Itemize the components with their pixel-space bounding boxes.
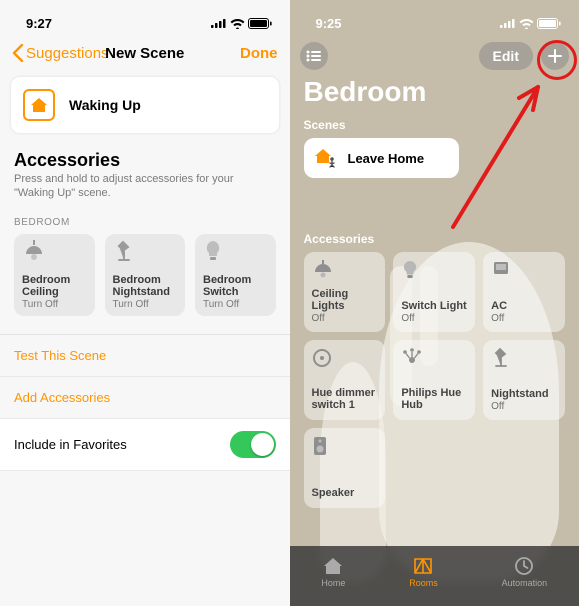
status-icons bbox=[211, 18, 272, 29]
accessory-grid: Ceiling LightsOff Switch LightOff ACOff … bbox=[290, 252, 579, 508]
tab-label: Automation bbox=[502, 578, 548, 588]
tab-home[interactable]: Home bbox=[321, 556, 345, 588]
scene-icon bbox=[23, 89, 55, 121]
scene-name-card[interactable]: Waking Up bbox=[10, 76, 280, 134]
accessory-tile[interactable]: Bedroom Ceiling Lig… Turn Off bbox=[14, 234, 95, 316]
accessories-sub: Press and hold to adjust accessories for… bbox=[14, 173, 276, 201]
tile-name: Bedroom Switch Light bbox=[203, 274, 268, 298]
desk-lamp-icon bbox=[113, 240, 137, 262]
tile-state: Turn Off bbox=[113, 299, 178, 310]
status-bar: 9:25 bbox=[290, 0, 579, 36]
scene-name-field[interactable]: Waking Up bbox=[69, 97, 141, 113]
wifi-icon bbox=[519, 18, 534, 29]
ceiling-light-icon bbox=[312, 260, 334, 280]
accessory-tile[interactable]: Hue dimmer switch 1 bbox=[304, 340, 386, 420]
accessories-header: Accessories Press and hold to adjust acc… bbox=[0, 150, 290, 201]
accessory-tiles: Bedroom Ceiling Lig… Turn Off Bedroom Ni… bbox=[0, 234, 290, 334]
right-screen: 9:25 Edit Bedroom Sce bbox=[290, 0, 579, 606]
accessory-tile[interactable]: Speaker bbox=[304, 428, 386, 508]
accessory-tile[interactable]: Philips Hue Hub bbox=[393, 340, 475, 420]
add-accessories-link[interactable]: Add Accessories bbox=[0, 377, 290, 418]
nav-title: New Scene bbox=[105, 45, 184, 62]
accessory-tile[interactable]: Bedroom Nightstand Turn Off bbox=[105, 234, 186, 316]
tab-bar: Home Rooms Automation bbox=[290, 546, 579, 606]
desk-lamp-icon bbox=[491, 348, 513, 368]
signal-icon bbox=[211, 18, 227, 28]
dimmer-icon bbox=[312, 348, 332, 368]
status-time: 9:25 bbox=[316, 16, 342, 31]
top-bar: Edit bbox=[290, 36, 579, 74]
tab-label: Home bbox=[321, 578, 345, 588]
accessory-tile[interactable]: Ceiling LightsOff bbox=[304, 252, 386, 332]
status-bar: 9:27 bbox=[0, 0, 290, 36]
acc-state: Off bbox=[491, 313, 557, 324]
automation-icon bbox=[513, 556, 535, 576]
acc-name: Philips Hue Hub bbox=[401, 387, 467, 411]
include-favorites-row: Include in Favorites bbox=[0, 418, 290, 471]
hub-icon bbox=[401, 348, 423, 366]
annotation-arrow bbox=[433, 72, 553, 232]
tab-rooms[interactable]: Rooms bbox=[409, 556, 438, 588]
list-icon bbox=[306, 50, 322, 62]
ac-icon bbox=[491, 260, 511, 278]
signal-icon bbox=[500, 18, 516, 28]
tab-label: Rooms bbox=[409, 578, 438, 588]
accessory-tile[interactable]: ACOff bbox=[483, 252, 565, 332]
acc-state: Off bbox=[401, 313, 467, 324]
home-icon bbox=[322, 556, 344, 576]
battery-icon bbox=[248, 18, 272, 29]
tile-state: Turn Off bbox=[22, 299, 87, 310]
acc-name: Ceiling Lights bbox=[312, 288, 378, 312]
speaker-icon bbox=[312, 436, 328, 456]
acc-name: Hue dimmer switch 1 bbox=[312, 387, 378, 411]
acc-name: Speaker bbox=[312, 487, 378, 499]
wifi-icon bbox=[230, 18, 245, 29]
test-scene-link[interactable]: Test This Scene bbox=[0, 335, 290, 377]
accessory-tile[interactable]: NightstandOff bbox=[483, 340, 565, 420]
chevron-left-icon bbox=[12, 44, 24, 62]
tab-automation[interactable]: Automation bbox=[502, 556, 548, 588]
scene-name: Leave Home bbox=[348, 151, 425, 166]
left-screen: 9:27 Suggestions New Scene Done Waking U… bbox=[0, 0, 290, 606]
toggle-label: Include in Favorites bbox=[14, 437, 127, 452]
leave-home-icon bbox=[314, 148, 338, 168]
acc-state: Off bbox=[312, 313, 378, 324]
status-icons bbox=[500, 18, 561, 29]
rooms-list-button[interactable] bbox=[300, 42, 328, 70]
acc-name: Switch Light bbox=[401, 300, 467, 312]
acc-state: Off bbox=[491, 401, 557, 412]
bulb-icon bbox=[203, 240, 223, 262]
tile-name: Bedroom Nightstand bbox=[113, 274, 178, 298]
bulb-icon bbox=[401, 260, 419, 280]
rooms-icon bbox=[412, 556, 434, 576]
acc-name: AC bbox=[491, 300, 557, 312]
back-label: Suggestions bbox=[26, 45, 109, 62]
house-icon bbox=[30, 97, 48, 113]
ceiling-light-icon bbox=[22, 240, 46, 262]
favorites-toggle[interactable] bbox=[230, 431, 276, 458]
nav-bar: Suggestions New Scene Done bbox=[0, 36, 290, 70]
accessory-tile[interactable]: Bedroom Switch Light Turn Off bbox=[195, 234, 276, 316]
accessories-heading: Accessories bbox=[14, 150, 276, 171]
tile-state: Turn Off bbox=[203, 299, 268, 310]
tile-name: Bedroom Ceiling Lig… bbox=[22, 274, 87, 298]
battery-icon bbox=[537, 18, 561, 29]
status-time: 9:27 bbox=[26, 16, 52, 31]
acc-name: Nightstand bbox=[491, 388, 557, 400]
done-button[interactable]: Done bbox=[240, 45, 278, 62]
edit-button[interactable]: Edit bbox=[479, 42, 533, 70]
accessory-tile[interactable]: Switch LightOff bbox=[393, 252, 475, 332]
room-label: BEDROOM bbox=[0, 201, 290, 234]
back-button[interactable]: Suggestions bbox=[12, 44, 109, 62]
